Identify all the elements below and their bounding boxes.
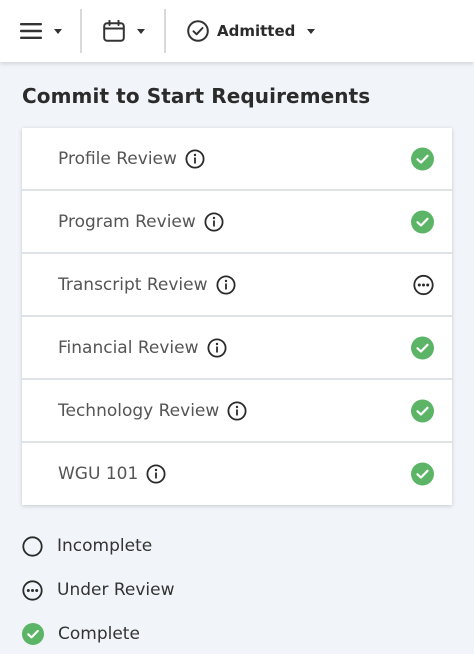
legend-label: Complete	[58, 624, 140, 644]
requirement-row-program[interactable]: Program Review	[22, 191, 452, 254]
complete-status-icon	[411, 147, 434, 170]
requirement-label: Program Review	[58, 211, 196, 232]
status-label: Admitted	[217, 22, 296, 40]
legend-item-incomplete: Incomplete	[22, 524, 175, 568]
legend-label: Incomplete	[57, 536, 153, 556]
ellipsis-circle-icon	[22, 579, 43, 601]
requirement-row-financial[interactable]: Financial Review	[22, 317, 452, 380]
info-icon[interactable]	[146, 464, 166, 484]
info-icon[interactable]	[206, 337, 227, 358]
calendar-button[interactable]	[82, 0, 164, 62]
chevron-down-icon	[307, 28, 316, 34]
requirement-row-technology[interactable]: Technology Review	[22, 380, 452, 443]
page-title: Commit to Start Requirements	[22, 84, 371, 108]
calendar-icon	[103, 20, 125, 42]
requirement-row-wgu101[interactable]: WGU 101	[22, 443, 452, 505]
complete-status-icon	[411, 399, 434, 422]
requirement-label: Profile Review	[58, 148, 177, 169]
complete-status-icon	[411, 210, 434, 233]
requirements-list: Profile Review Program Review Transcript…	[22, 128, 452, 505]
top-toolbar: Admitted	[0, 0, 474, 62]
requirement-label: WGU 101	[58, 464, 139, 484]
requirement-label: Financial Review	[58, 337, 199, 358]
legend-item-complete: Complete	[22, 612, 175, 654]
complete-status-icon	[411, 336, 434, 359]
complete-status-icon	[411, 462, 434, 486]
chevron-down-icon	[137, 28, 145, 34]
legend-label: Under Review	[57, 580, 175, 600]
status-legend: Incomplete Under Review Complete	[22, 524, 175, 654]
requirement-row-profile[interactable]: Profile Review	[22, 128, 452, 191]
menu-button[interactable]	[0, 0, 80, 62]
hamburger-icon	[20, 23, 42, 39]
check-circle-filled-icon	[22, 623, 44, 645]
status-dropdown[interactable]: Admitted	[166, 0, 316, 62]
info-icon[interactable]	[185, 148, 205, 169]
requirement-label: Technology Review	[58, 400, 220, 421]
info-icon[interactable]	[204, 211, 224, 232]
legend-item-under-review: Under Review	[22, 568, 175, 612]
check-circle-icon	[187, 20, 209, 42]
chevron-down-icon	[54, 28, 62, 34]
incomplete-circle-icon	[22, 535, 43, 557]
requirement-label: Transcript Review	[58, 274, 208, 295]
info-icon[interactable]	[215, 274, 236, 295]
under-review-status-icon	[413, 274, 434, 295]
info-icon[interactable]	[227, 400, 247, 421]
requirement-row-transcript[interactable]: Transcript Review	[22, 254, 452, 317]
